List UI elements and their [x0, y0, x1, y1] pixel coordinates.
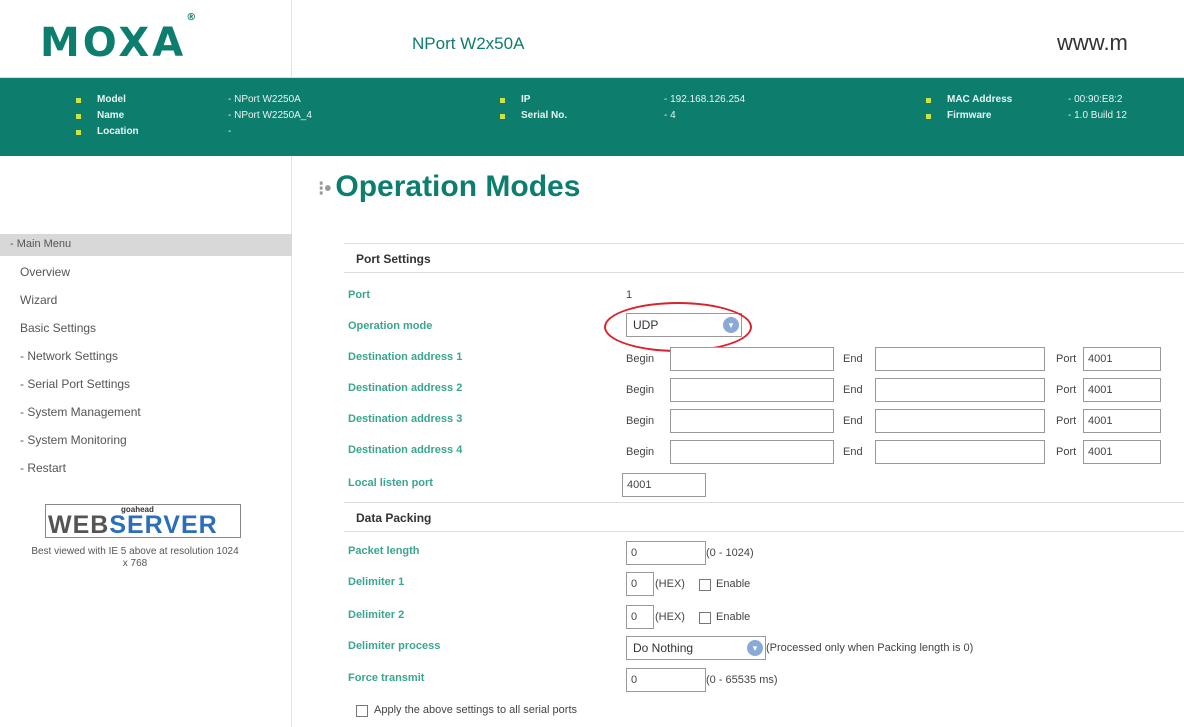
info-serial: Serial No.	[500, 110, 567, 121]
menu-item-overview[interactable]: Overview	[20, 265, 70, 279]
delimiter1-label: Delimiter 1	[348, 576, 405, 588]
bullet-icon	[500, 98, 505, 103]
page-title: ⁝• Operation Modes	[318, 170, 581, 203]
packet-length-input[interactable]: 0	[626, 541, 706, 565]
packet-length-hint: (0 - 1024)	[706, 547, 754, 559]
port-label: Port	[348, 289, 370, 301]
info-location: Location	[76, 126, 139, 137]
menu-item-basic-settings[interactable]: Basic Settings	[20, 321, 96, 335]
destination-port-input[interactable]: 4001	[1083, 347, 1161, 371]
force-transmit-input[interactable]: 0	[626, 668, 706, 692]
menu-item-wizard[interactable]: Wizard	[20, 293, 57, 307]
device-info-bar: Model - NPort W2250A Name - NPort W2250A…	[0, 78, 1184, 156]
destination-label: Destination address 3	[348, 413, 463, 425]
begin-label: Begin	[626, 384, 655, 396]
info-mac: MAC Address	[926, 94, 1012, 105]
packet-length-label: Packet length	[348, 545, 420, 557]
bullet-icon	[500, 114, 505, 119]
destination-end-input[interactable]	[875, 440, 1045, 464]
port-field-label: Port	[1056, 353, 1077, 365]
menu-item-system-management[interactable]: - System Management	[20, 405, 141, 419]
top-header: MOXA® NPort W2x50A www.m	[0, 0, 1184, 78]
local-listen-port-input[interactable]: 4001	[622, 473, 706, 497]
delimiter-process-label: Delimiter process	[348, 640, 441, 652]
destination-port-input[interactable]: 4001	[1083, 378, 1161, 402]
force-transmit-label: Force transmit	[348, 672, 425, 684]
info-name: Name	[76, 110, 124, 121]
destination-port-input[interactable]: 4001	[1083, 440, 1161, 464]
delimiter2-label: Delimiter 2	[348, 609, 405, 621]
delimiter1-input[interactable]: 0	[626, 572, 654, 596]
local-listen-port-label: Local listen port	[348, 477, 433, 489]
delimiter2-input[interactable]: 0	[626, 605, 654, 629]
destination-port-input[interactable]: 4001	[1083, 409, 1161, 433]
port-field-label: Port	[1056, 415, 1077, 427]
destination-begin-input[interactable]	[670, 440, 834, 464]
destination-begin-input[interactable]	[670, 347, 834, 371]
apply-all-checkbox[interactable]	[356, 705, 368, 717]
end-label: End	[843, 415, 863, 427]
info-name-value: - NPort W2250A_4	[228, 110, 312, 121]
menu-item-system-monitoring[interactable]: - System Monitoring	[20, 433, 127, 447]
destination-label: Destination address 2	[348, 382, 463, 394]
info-model: Model	[76, 94, 126, 105]
port-field-label: Port	[1056, 384, 1077, 396]
website-url[interactable]: www.m	[1057, 30, 1128, 56]
begin-label: Begin	[626, 446, 655, 458]
info-location-value: -	[228, 126, 232, 137]
destination-label: Destination address 4	[348, 444, 463, 456]
port-settings-header: Port Settings	[344, 243, 1184, 273]
moxa-logo: MOXA®	[40, 11, 197, 66]
webserver-logo: goahead WEBSERVER	[45, 504, 241, 539]
menu-item-restart[interactable]: - Restart	[20, 461, 66, 475]
delimiter2-enable-checkbox[interactable]	[699, 612, 711, 624]
hex-label: (HEX)	[655, 578, 685, 590]
info-ip: IP	[500, 94, 530, 105]
hex-label: (HEX)	[655, 611, 685, 623]
end-label: End	[843, 384, 863, 396]
port-field-label: Port	[1056, 446, 1077, 458]
apply-all-label: Apply the above settings to all serial p…	[374, 704, 578, 716]
destination-end-input[interactable]	[875, 378, 1045, 402]
force-transmit-hint: (0 - 65535 ms)	[706, 674, 778, 686]
info-serial-value: - 4	[664, 110, 676, 121]
port-value: 1	[626, 289, 633, 301]
delimiter1-enable-checkbox[interactable]	[699, 579, 711, 591]
end-label: End	[843, 353, 863, 365]
destination-begin-input[interactable]	[670, 378, 834, 402]
bullet-icon	[76, 114, 81, 119]
begin-label: Begin	[626, 415, 655, 427]
info-model-value: - NPort W2250A	[228, 94, 301, 105]
end-label: End	[843, 446, 863, 458]
destination-end-input[interactable]	[875, 409, 1045, 433]
delimiter-process-select[interactable]: Do Nothing ▾	[626, 636, 766, 660]
operation-mode-label: Operation mode	[348, 320, 433, 332]
enable-label: Enable	[716, 578, 751, 590]
menu-item-network-settings[interactable]: - Network Settings	[20, 349, 118, 363]
destination-begin-input[interactable]	[670, 409, 834, 433]
left-menu-panel: - Main Menu Overview Wizard Basic Settin…	[0, 156, 292, 727]
highlight-circle	[604, 302, 752, 352]
product-name: NPort W2x50A	[412, 34, 525, 53]
main-menu-header[interactable]: - Main Menu	[0, 234, 292, 256]
browser-note: Best viewed with IE 5 above at resolutio…	[31, 546, 239, 569]
destination-end-input[interactable]	[875, 347, 1045, 371]
bullet-icon	[926, 114, 931, 119]
info-mac-value: - 00:90:E8:2	[1068, 94, 1123, 105]
enable-label: Enable	[716, 611, 751, 623]
bullet-icon	[926, 98, 931, 103]
menu-item-serial-port-settings[interactable]: - Serial Port Settings	[20, 377, 130, 391]
info-ip-value: - 192.168.126.254	[664, 94, 746, 105]
title-dots-icon: ⁝•	[318, 177, 332, 200]
info-firmware-value: - 1.0 Build 12	[1068, 110, 1127, 121]
bullet-icon	[76, 98, 81, 103]
destination-label: Destination address 1	[348, 351, 463, 363]
data-packing-header: Data Packing	[344, 502, 1184, 532]
bullet-icon	[76, 130, 81, 135]
logo-area: MOXA®	[0, 0, 292, 78]
delimiter-process-hint: (Processed only when Packing length is 0…	[766, 642, 974, 654]
info-firmware: Firmware	[926, 110, 991, 121]
begin-label: Begin	[626, 353, 655, 365]
chevron-down-icon: ▾	[747, 640, 763, 656]
